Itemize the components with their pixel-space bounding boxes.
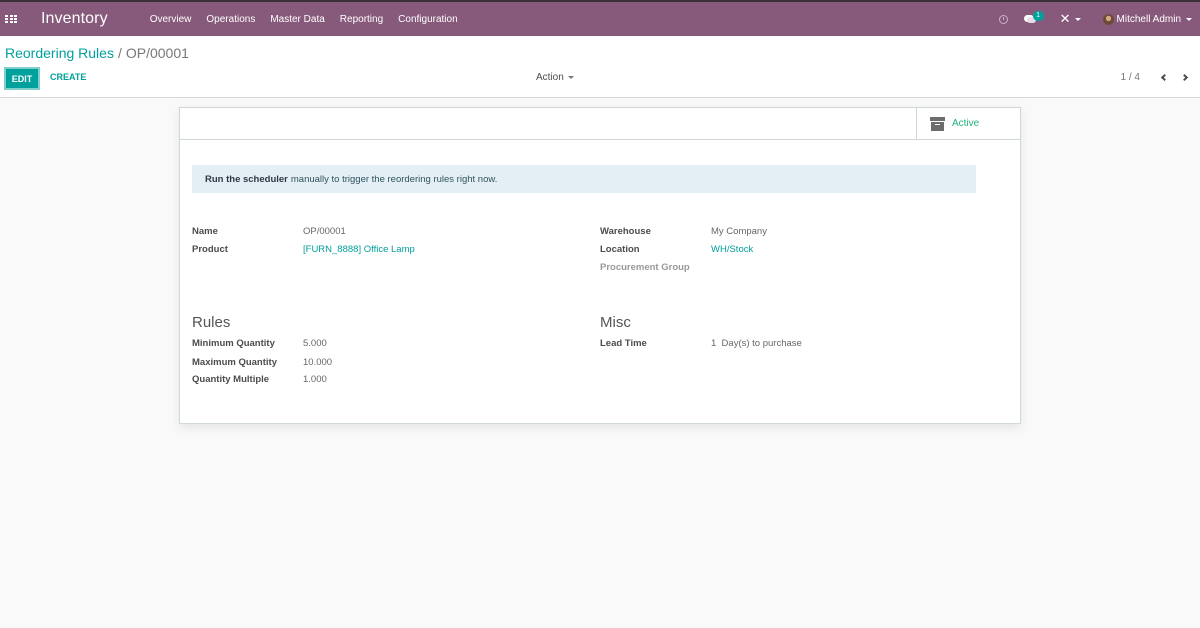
- debug-icon: ✕: [1059, 11, 1071, 26]
- field-label: Quantity Multiple: [192, 374, 270, 385]
- menu-item-configuration[interactable]: Configuration: [398, 14, 457, 25]
- maximum-quantity-value: 10.000: [303, 357, 333, 368]
- edit-button[interactable]: EDIT: [4, 67, 40, 90]
- field-label: Location: [600, 244, 640, 255]
- field-label: Name: [192, 226, 218, 237]
- rules-group-title: Rules: [192, 314, 231, 331]
- apps-grid-icon[interactable]: [5, 14, 17, 24]
- field-quantity-multiple: Quantity Multiple 1.000: [192, 374, 327, 385]
- chevron-left-icon: [1160, 73, 1168, 81]
- product-link[interactable]: [FURN_8888] Office Lamp: [303, 244, 415, 255]
- misc-group-title: Misc: [600, 314, 631, 331]
- action-dropdown[interactable]: Action: [536, 72, 574, 83]
- user-menu[interactable]: Mitchell Admin: [1102, 13, 1192, 25]
- form-sheet: Active Run the scheduler manually to tri…: [179, 107, 1021, 424]
- breadcrumb-parent[interactable]: Reordering Rules: [5, 45, 114, 61]
- menu-item-reporting[interactable]: Reporting: [340, 14, 383, 25]
- active-label: Active: [952, 118, 980, 129]
- menu-item-operations[interactable]: Operations: [206, 14, 255, 25]
- active-toggle-button[interactable]: Active: [916, 108, 1020, 139]
- breadcrumb: Reordering Rules / OP/00001: [5, 45, 189, 61]
- control-panel: Reordering Rules / OP/00001 EDIT CREATE Ac…: [0, 36, 1200, 98]
- field-label: Product: [192, 244, 228, 255]
- button-box: Active: [180, 108, 1020, 140]
- field-label: Minimum Quantity: [192, 338, 275, 349]
- user-name: Mitchell Admin: [1116, 13, 1181, 25]
- messages-badge: 1: [1032, 11, 1044, 21]
- warehouse-value: My Company: [711, 226, 767, 237]
- debug-menu-button[interactable]: ✕: [1060, 11, 1081, 27]
- caret-down-icon: [567, 76, 574, 79]
- field-procurement-group: Procurement Group: [600, 262, 740, 273]
- quantity-multiple-value: 1.000: [303, 374, 327, 385]
- field-lead-time: Lead Time 1 Day(s) to purchase: [600, 338, 802, 349]
- field-minimum-quantity: Minimum Quantity 5.000: [192, 338, 327, 349]
- breadcrumb-current: OP/00001: [125, 45, 189, 61]
- field-warehouse: Warehouse My Company: [600, 226, 767, 237]
- field-label: Procurement Group: [600, 262, 690, 273]
- name-value: OP/00001: [303, 226, 346, 237]
- chat-icon[interactable]: 1: [1023, 11, 1044, 25]
- clock-icon[interactable]: [998, 14, 1008, 24]
- user-avatar: [1102, 13, 1114, 25]
- app-name[interactable]: Inventory: [41, 10, 108, 28]
- minimum-quantity-value: 5.000: [303, 338, 327, 349]
- location-link[interactable]: WH/Stock: [711, 244, 753, 255]
- field-label: Maximum Quantity: [192, 357, 277, 368]
- alert-text: manually to trigger the reordering rules…: [290, 173, 498, 185]
- create-button[interactable]: CREATE: [50, 72, 86, 82]
- archive-icon: [930, 116, 945, 131]
- menu-item-overview[interactable]: Overview: [150, 14, 192, 25]
- menu-item-master-data[interactable]: Master Data: [270, 14, 324, 25]
- caret-down-icon: [1186, 17, 1192, 21]
- pager-next-button[interactable]: [1178, 71, 1190, 83]
- pager-previous-button[interactable]: [1158, 71, 1170, 83]
- chevron-right-icon: [1180, 73, 1188, 81]
- main-menu: Overview Operations Master Data Reportin…: [150, 14, 473, 25]
- pager-value[interactable]: 1 / 4: [1121, 72, 1140, 83]
- breadcrumb-separator: /: [117, 45, 122, 61]
- caret-down-icon: [1074, 17, 1081, 21]
- field-name: Name OP/00001: [192, 226, 346, 237]
- lead-time-value: 1 Day(s) to purchase: [711, 338, 802, 349]
- navbar-systray: 1 ✕ Mitchell Admin: [998, 11, 1192, 27]
- run-scheduler-link[interactable]: Run the scheduler: [205, 174, 288, 185]
- field-maximum-quantity: Maximum Quantity 10.000: [192, 357, 332, 368]
- field-location: Location WH/Stock: [600, 244, 753, 255]
- pager: 1 / 4: [1121, 71, 1190, 83]
- field-label: Warehouse: [600, 226, 651, 237]
- field-label: Lead Time: [600, 338, 647, 349]
- field-product: Product [FURN_8888] Office Lamp: [192, 244, 415, 255]
- action-label: Action: [536, 72, 564, 83]
- scheduler-alert: Run the scheduler manually to trigger th…: [192, 165, 976, 193]
- main-navbar: Inventory Overview Operations Master Dat…: [0, 0, 1200, 36]
